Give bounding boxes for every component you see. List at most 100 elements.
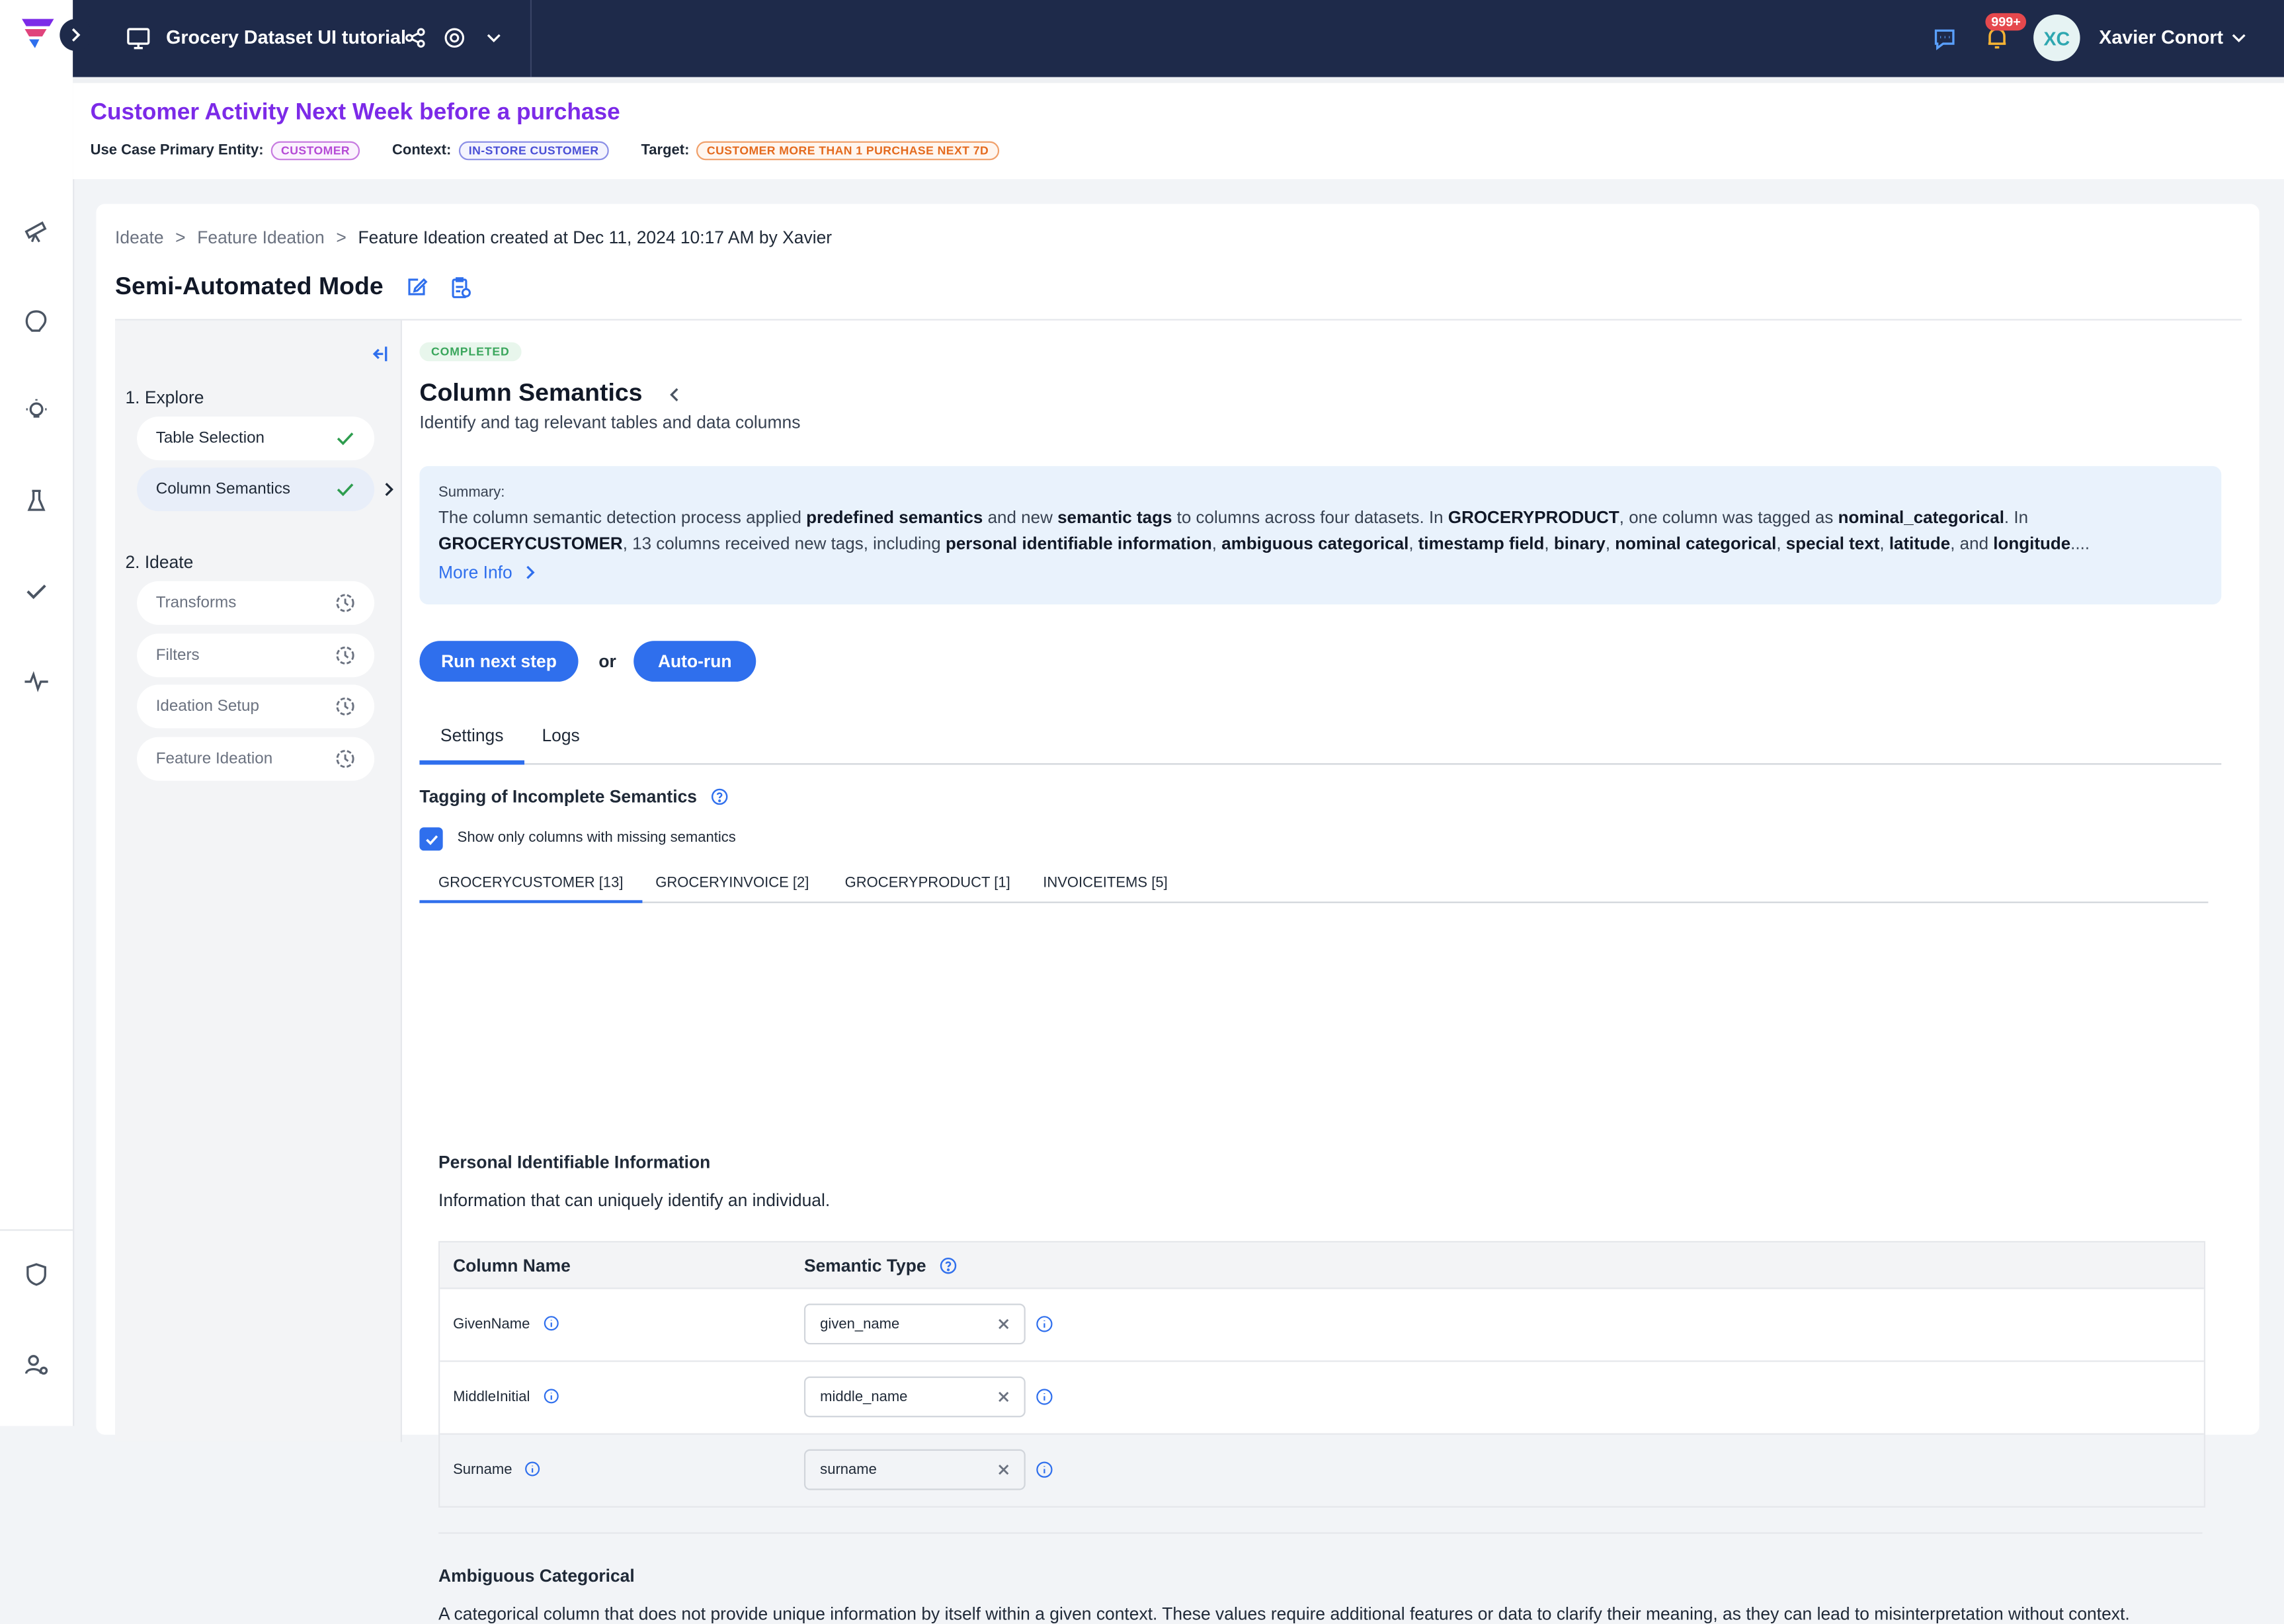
summary-text: The column semantic detection process ap… [438, 507, 2090, 553]
semantic-type-select[interactable]: surname [803, 1449, 1026, 1490]
chevron-down-icon[interactable] [482, 26, 505, 50]
run-next-step-button[interactable]: Run next step [419, 641, 579, 682]
notification-badge: 999+ [1985, 13, 2027, 31]
app-logo-icon[interactable] [17, 15, 58, 52]
use-case-header: Customer Activity Next Week before a pur… [73, 77, 2284, 179]
section-heading: Column Semantics [419, 378, 643, 407]
top-bar: Grocery Dataset UI tutorial 999+ XC Xavi… [73, 0, 2284, 77]
lightbulb-icon[interactable] [22, 396, 51, 425]
tab-settings[interactable]: Settings [419, 725, 525, 765]
target-label: Target: [641, 142, 690, 159]
step-feature-ideation[interactable]: Feature Ideation [137, 737, 375, 781]
pending-clock-icon [336, 750, 354, 768]
info-icon[interactable] [1036, 1315, 1053, 1332]
tab-grocerycustomer[interactable]: GROCERYCUSTOMER [13] [419, 875, 643, 903]
gear-icon[interactable] [443, 26, 466, 50]
tab-groceryinvoice[interactable]: GROCERYINVOICE [2] [655, 875, 809, 899]
or-label: or [598, 651, 616, 672]
steps-divider [400, 320, 402, 1442]
chat-icon[interactable] [1932, 26, 1958, 53]
primary-entity-label: Use Case Primary Entity: [90, 142, 264, 159]
tab-invoiceitems[interactable]: INVOICEITEMS [5] [1043, 875, 1168, 899]
clipboard-icon[interactable] [448, 275, 471, 298]
missing-semantics-checkbox[interactable] [419, 827, 443, 851]
checkmark-icon [425, 834, 438, 844]
pending-clock-icon [336, 646, 354, 665]
help-icon[interactable] [940, 1257, 957, 1274]
breadcrumb-feature-ideation[interactable]: Feature Ideation [197, 227, 325, 248]
step-table-selection[interactable]: Table Selection [137, 417, 375, 461]
step-filters[interactable]: Filters [137, 633, 375, 678]
info-icon[interactable] [1036, 1388, 1053, 1405]
group-divider [438, 1532, 2203, 1534]
pending-clock-icon [336, 697, 354, 715]
summary-heading: Summary: [438, 485, 505, 501]
tab-groceryproduct[interactable]: GROCERYPRODUCT [1] [845, 875, 1010, 899]
info-icon[interactable] [1036, 1461, 1053, 1478]
dataset-tabs: GROCERYCUSTOMER [13] GROCERYINVOICE [2] … [419, 864, 2209, 903]
breadcrumb-current: Feature Ideation created at Dec 11, 2024… [358, 227, 833, 248]
breadcrumb-ideate[interactable]: Ideate [115, 227, 164, 248]
table-row: GivenName given_name [440, 1289, 2204, 1362]
rail-divider [0, 1229, 73, 1231]
clear-icon[interactable] [997, 1389, 1011, 1404]
project-selector[interactable]: Grocery Dataset UI tutorial [73, 0, 532, 77]
info-icon[interactable] [543, 1315, 559, 1331]
avatar[interactable]: XC [2033, 15, 2080, 61]
more-info-link[interactable]: More Info [438, 562, 538, 583]
use-case-title[interactable]: Customer Activity Next Week before a pur… [91, 101, 620, 127]
main-card: Ideate > Feature Ideation > Feature Ideation… [96, 204, 2260, 1624]
collapse-panel-icon[interactable] [366, 343, 389, 366]
step-column-semantics[interactable]: Column Semantics [137, 467, 375, 512]
clear-icon[interactable] [997, 1317, 1011, 1331]
shield-icon[interactable] [22, 1260, 51, 1289]
context-badge: IN-STORE CUSTOMER [458, 141, 609, 161]
chevron-right-icon [385, 483, 393, 497]
chevron-left-icon[interactable] [664, 385, 684, 405]
tab-logs[interactable]: Logs [542, 725, 579, 760]
content-tabs: Settings Logs [419, 725, 2222, 765]
checkmark-icon[interactable] [22, 577, 51, 606]
project-title: Grocery Dataset UI tutorial [166, 26, 406, 48]
ideate-heading: 2. Ideate [125, 551, 194, 573]
share-icon[interactable] [403, 26, 427, 50]
group-title-ambiguous: Ambiguous Categorical [438, 1566, 635, 1586]
telescope-icon[interactable] [22, 216, 51, 245]
group-description-ambiguous: A categorical column that does not provi… [438, 1604, 2130, 1624]
edit-icon[interactable] [405, 275, 428, 298]
column-name: Surname [453, 1461, 541, 1479]
explore-heading: 1. Explore [125, 387, 204, 408]
check-icon [337, 432, 354, 446]
brain-icon[interactable] [22, 306, 51, 335]
title-divider [115, 319, 2242, 321]
semantic-type-select[interactable]: given_name [803, 1303, 1026, 1345]
step-ideation-setup[interactable]: Ideation Setup [137, 684, 375, 729]
flask-icon[interactable] [22, 487, 51, 516]
expand-nav-button[interactable] [60, 19, 92, 52]
help-icon[interactable] [711, 788, 728, 805]
chevron-right-icon [71, 28, 81, 42]
column-name: GivenName [453, 1315, 559, 1333]
tagging-title: Tagging of Incomplete Semantics [419, 787, 728, 807]
auto-run-button[interactable]: Auto-run [633, 641, 756, 682]
info-icon[interactable] [543, 1388, 559, 1404]
left-rail [0, 0, 75, 1426]
semantic-type-header: Semantic Type [804, 1256, 958, 1276]
step-transforms[interactable]: Transforms [137, 581, 375, 626]
user-name[interactable]: Xavier Conort [2099, 26, 2223, 48]
clear-icon[interactable] [997, 1463, 1011, 1477]
info-icon[interactable] [525, 1461, 541, 1477]
breadcrumb: Ideate > Feature Ideation > Feature Ideation… [115, 227, 833, 248]
activity-icon[interactable] [22, 667, 51, 696]
user-search-icon[interactable] [22, 1350, 51, 1379]
steps-panel: 1. Explore Table Selection Column Semant… [115, 320, 401, 1442]
column-name-header: Column Name [453, 1255, 571, 1276]
summary-box: Summary: The column semantic detection p… [419, 466, 2222, 605]
table-header: Column Name Semantic Type [440, 1242, 2204, 1289]
chevron-down-icon[interactable] [2228, 28, 2249, 48]
target-badge: CUSTOMER MORE THAN 1 PURCHASE NEXT 7D [696, 141, 999, 161]
context-label: Context: [391, 142, 452, 159]
group-title-pii: Personal Identifiable Information [438, 1152, 711, 1173]
semantic-type-select[interactable]: middle_name [803, 1376, 1026, 1418]
use-case-meta: Use Case Primary Entity: CUSTOMER Contex… [90, 141, 1031, 161]
